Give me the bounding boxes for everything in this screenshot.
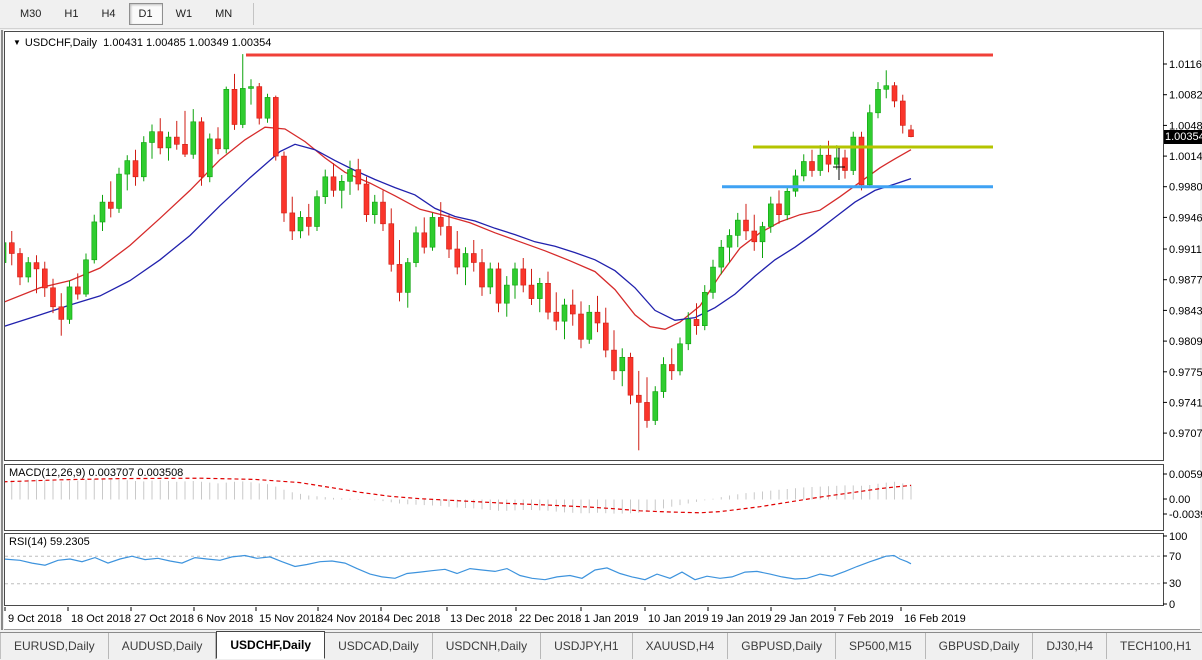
chart-tab-gbpusd-daily[interactable]: GBPUSD,Daily: [728, 633, 836, 659]
symbol-dropdown-icon[interactable]: ▼: [13, 38, 21, 47]
toolbar-separator: [253, 3, 254, 25]
timeframe-button-m30[interactable]: M30: [10, 3, 51, 25]
chart-tab-audusd-daily[interactable]: AUDUSD,Daily: [109, 633, 217, 659]
rsi-panel[interactable]: [4, 533, 1164, 606]
chart-tab-usdchf-daily[interactable]: USDCHF,Daily: [216, 631, 325, 659]
symbol-label: USDCHF,Daily: [25, 37, 97, 49]
rsi-name: RSI(14): [9, 536, 47, 548]
rsi-value: 59.2305: [50, 536, 90, 548]
window-left-edge: [1, 30, 3, 630]
price-axis[interactable]: [1164, 31, 1200, 606]
current-price-badge: 1.00354: [1164, 130, 1202, 144]
timeframe-button-h4[interactable]: H4: [91, 3, 125, 25]
chart-tab-usdcad-daily[interactable]: USDCAD,Daily: [325, 633, 433, 659]
mt4-window: M30H1H4D1W1MN ▼ USDCHF,Daily 1.00431 1.00…: [0, 0, 1202, 660]
chart-tab-sp500-m15[interactable]: SP500,M15: [836, 633, 926, 659]
timeframe-button-d1[interactable]: D1: [129, 3, 163, 25]
macd-values: 0.003707 0.003508: [88, 467, 183, 479]
chart-title: ▼ USDCHF,Daily 1.00431 1.00485 1.00349 1.…: [13, 37, 271, 49]
chart-tab-eurusd-daily[interactable]: EURUSD,Daily: [1, 633, 109, 659]
chart-tab-tech100-h1[interactable]: TECH100,H1: [1107, 633, 1202, 659]
chart-tab-usdjpy-h1[interactable]: USDJPY,H1: [541, 633, 632, 659]
macd-indicator-label: MACD(12,26,9) 0.003707 0.003508: [9, 467, 183, 479]
timeframe-toolbar: M30H1H4D1W1MN: [0, 0, 1202, 29]
macd-name: MACD(12,26,9): [9, 467, 85, 479]
timeframe-button-h1[interactable]: H1: [54, 3, 88, 25]
chart-tab-xauusd-h4[interactable]: XAUUSD,H4: [633, 633, 729, 659]
symbol-tabbar: EURUSD,DailyAUDUSD,DailyUSDCHF,DailyUSDC…: [0, 632, 1202, 659]
rsi-indicator-label: RSI(14) 59.2305: [9, 536, 90, 548]
timeframe-button-mn[interactable]: MN: [205, 3, 242, 25]
timeframe-button-w1[interactable]: W1: [166, 3, 203, 25]
ohlc-readout: 1.00431 1.00485 1.00349 1.00354: [103, 37, 271, 49]
date-axis[interactable]: [4, 606, 1200, 630]
chart-tab-gbpusd-daily[interactable]: GBPUSD,Daily: [926, 633, 1034, 659]
chart-tab-dj30-h4[interactable]: DJ30,H4: [1033, 633, 1107, 659]
chart-tab-usdcnh-daily[interactable]: USDCNH,Daily: [433, 633, 541, 659]
price-panel[interactable]: [4, 31, 1164, 461]
